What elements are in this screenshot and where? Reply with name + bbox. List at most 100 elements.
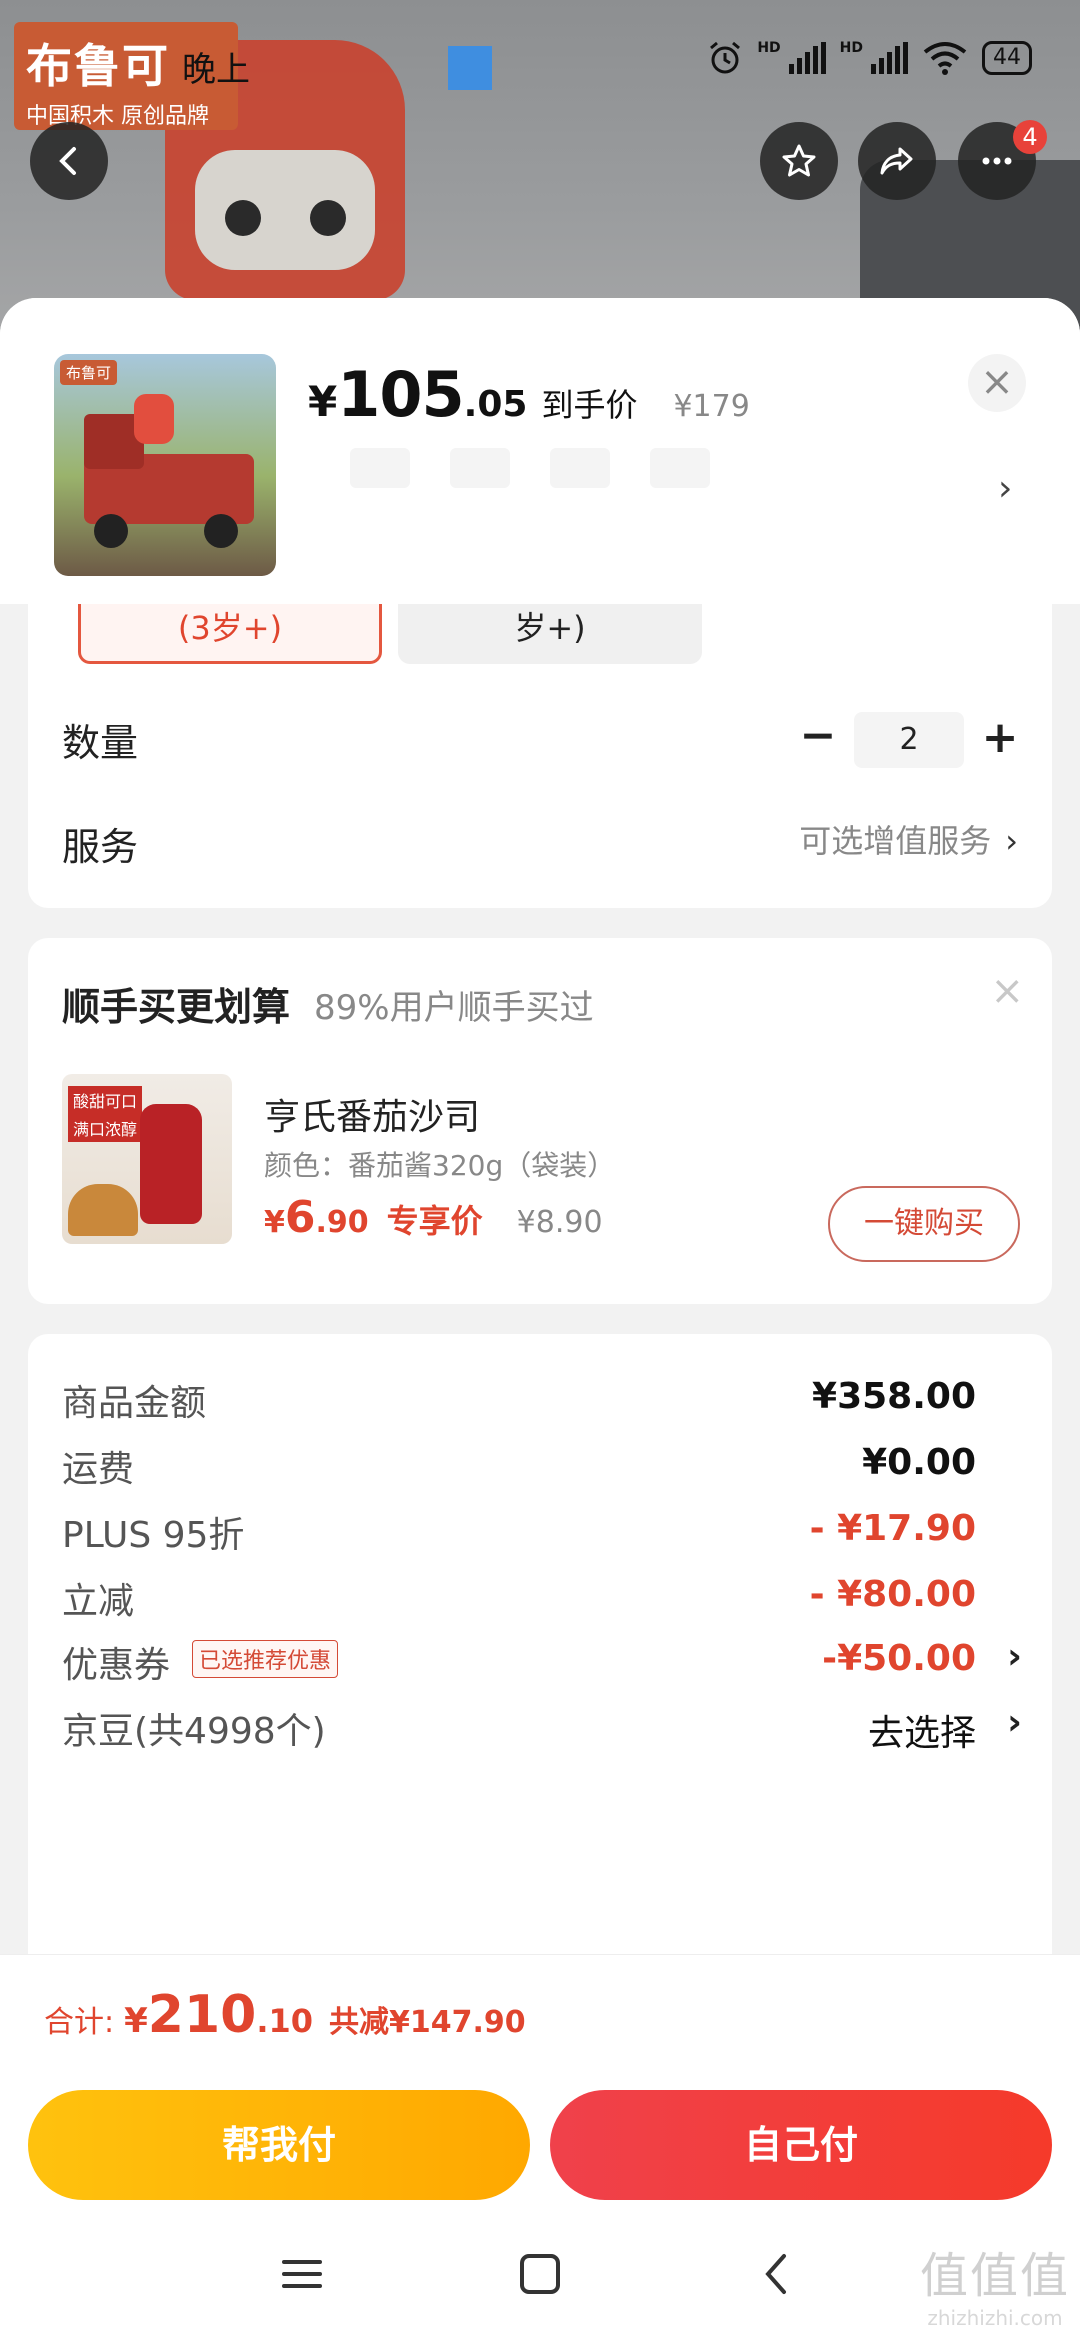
robot-eye-left — [225, 200, 261, 236]
watermark-logo: 值值值 — [919, 2248, 1070, 2304]
chevron-right-icon[interactable]: › — [998, 468, 1012, 509]
summary-row-jingdou[interactable]: 京豆(共4998个) 去选择 › — [62, 1690, 1036, 1760]
spec-option-selected[interactable]: (3岁+) — [78, 604, 382, 664]
back-button[interactable] — [30, 122, 108, 200]
total-decimal: .10 — [256, 2002, 314, 2040]
price-row: ¥ 105 .05 到手价 ¥179 — [308, 358, 750, 431]
menu-icon[interactable] — [272, 2244, 332, 2304]
addon-title: 顺手买更划算 — [62, 985, 291, 1029]
addon-product-spec: 颜色：番茄酱320g（袋装） — [264, 1149, 616, 1182]
summary-row-instant-discount: 立减 - ¥80.00 — [62, 1560, 1036, 1630]
total-saved: 共减¥147.90 — [329, 2005, 526, 2040]
close-icon[interactable]: × — [990, 968, 1024, 1014]
price-decimal: .05 — [463, 384, 528, 425]
share-icon — [880, 147, 913, 175]
addon-product-image[interactable]: 酸甜可口 满口浓醇 — [62, 1074, 232, 1244]
status-bar: 晚上 HD HD 44 — [0, 0, 1080, 120]
food-shape — [68, 1184, 138, 1236]
summary-label: 运费 — [62, 1449, 135, 1490]
status-time: 晚上 — [182, 50, 250, 90]
chevron-right-icon: › — [1007, 1702, 1022, 1743]
alarm-icon — [710, 41, 741, 74]
summary-row-subtotal: 商品金额 ¥358.00 — [62, 1362, 1036, 1432]
original-price: ¥179 — [673, 389, 750, 424]
watermark-site: zhizhizhi.com — [927, 2306, 1063, 2330]
spec-option[interactable]: 岁+) — [398, 604, 702, 664]
summary-row-plus-discount: PLUS 95折 - ¥17.90 — [62, 1494, 1036, 1564]
service-selector[interactable]: 可选增值服务 › — [799, 816, 1018, 862]
thumb-brand: 布鲁可 — [60, 360, 118, 385]
quantity-input[interactable]: 2 — [854, 712, 964, 768]
watermark: 值值值 zhizhizhi.com — [920, 2236, 1070, 2330]
thumb-wheel — [94, 514, 128, 548]
price-symbol: ¥ — [308, 377, 338, 426]
signal-icon-2 — [871, 42, 908, 74]
summary-value: ¥358.00 — [812, 1376, 976, 1417]
robot-eye-right — [310, 200, 346, 236]
summary-value: - ¥80.00 — [809, 1574, 976, 1615]
signal-icon-1 — [788, 42, 826, 74]
action-area: 帮我付 自己付 值值值 zhizhizhi.com — [0, 2074, 1080, 2340]
summary-row-coupon[interactable]: 优惠券 已选推荐优惠 -¥50.00 › — [62, 1624, 1036, 1694]
self-pay-button[interactable]: 自己付 — [550, 2090, 1052, 2200]
chevron-left-icon — [59, 147, 76, 175]
summary-value: -¥50.00 — [822, 1638, 976, 1679]
addon-image-tag: 满口浓醇 — [68, 1114, 143, 1142]
quantity-label: 数量 — [62, 721, 139, 765]
thumb-wheel — [204, 514, 238, 548]
thumb-figure — [134, 394, 174, 444]
sheet-header: 布鲁可 ¥ 105 .05 到手价 ¥179 × › — [0, 298, 1080, 604]
summary-value: - ¥17.90 — [809, 1508, 976, 1549]
summary-label: 商品金额 — [62, 1383, 207, 1424]
total-amount: 合计: ¥ 210 .10 共减¥147.90 — [44, 1985, 526, 2045]
addon-image-tag: 酸甜可口 — [68, 1086, 143, 1114]
home-icon[interactable] — [510, 2244, 570, 2304]
message-count-badge: 4 — [1013, 120, 1047, 154]
hd-label-1: HD — [757, 40, 781, 56]
summary-label: 优惠券 — [62, 1645, 171, 1686]
addon-product-name[interactable]: 亨氏番茄沙司 — [264, 1088, 480, 1140]
coupon-tag: 已选推荐优惠 — [192, 1640, 339, 1678]
wifi-icon — [923, 42, 967, 75]
summary-value: 去选择 — [867, 1713, 976, 1754]
total-bar: 合计: ¥ 210 .10 共减¥147.90 — [0, 1954, 1080, 2074]
one-click-buy-button[interactable]: 一键购买 — [828, 1186, 1020, 1262]
quantity-increase-button[interactable]: + — [978, 710, 1022, 766]
addon-price-integer: 6 — [284, 1192, 316, 1243]
blurred-info — [350, 448, 870, 488]
chevron-right-icon: › — [1005, 822, 1018, 860]
help-pay-button[interactable]: 帮我付 — [28, 2090, 530, 2200]
star-icon — [782, 144, 816, 177]
addon-price: ¥ 6 .90 专享价 ¥8.90 — [264, 1192, 603, 1243]
robot-face-shape — [195, 150, 375, 270]
product-thumbnail[interactable]: 布鲁可 — [54, 354, 276, 576]
spec-card: (3岁+) 岁+) 数量 − 2 + 服务 可选增值服务 › — [28, 604, 1052, 908]
addon-original-price: ¥8.90 — [516, 1205, 603, 1240]
addon-price-symbol: ¥ — [264, 1205, 285, 1240]
total-symbol: ¥ — [124, 2001, 148, 2041]
summary-row-shipping: 运费 ¥0.00 — [62, 1428, 1036, 1498]
service-label: 服务 — [62, 825, 139, 869]
addon-card: 顺手买更划算 89%用户顺手买过 × 酸甜可口 满口浓醇 亨氏番茄沙司 颜色：番… — [28, 938, 1052, 1304]
summary-label: 京豆(共4998个) — [62, 1711, 326, 1752]
total-label: 合计: — [44, 2005, 115, 2040]
favorite-button[interactable] — [760, 122, 838, 200]
addon-price-tag: 专享价 — [386, 1202, 483, 1240]
summary-value: ¥0.00 — [862, 1442, 976, 1483]
chevron-right-icon: › — [1007, 1636, 1022, 1677]
addon-price-decimal: .90 — [315, 1205, 369, 1240]
back-nav-icon[interactable] — [748, 2244, 808, 2304]
status-icons: HD HD 44 — [707, 40, 1032, 76]
quantity-decrease-button[interactable]: − — [798, 714, 838, 764]
summary-label: PLUS 95折 — [62, 1515, 245, 1556]
summary-label: 立减 — [62, 1581, 135, 1622]
ketchup-bottle-shape — [140, 1104, 202, 1224]
battery-icon: 44 — [982, 41, 1032, 75]
total-integer: 210 — [147, 1985, 257, 2045]
more-dots-icon — [982, 157, 1012, 165]
share-button[interactable] — [858, 122, 936, 200]
price-integer: 105 — [337, 358, 464, 431]
close-button[interactable]: × — [968, 354, 1026, 412]
service-value: 可选增值服务 — [799, 822, 992, 860]
addon-subtitle: 89%用户顺手买过 — [314, 988, 594, 1028]
